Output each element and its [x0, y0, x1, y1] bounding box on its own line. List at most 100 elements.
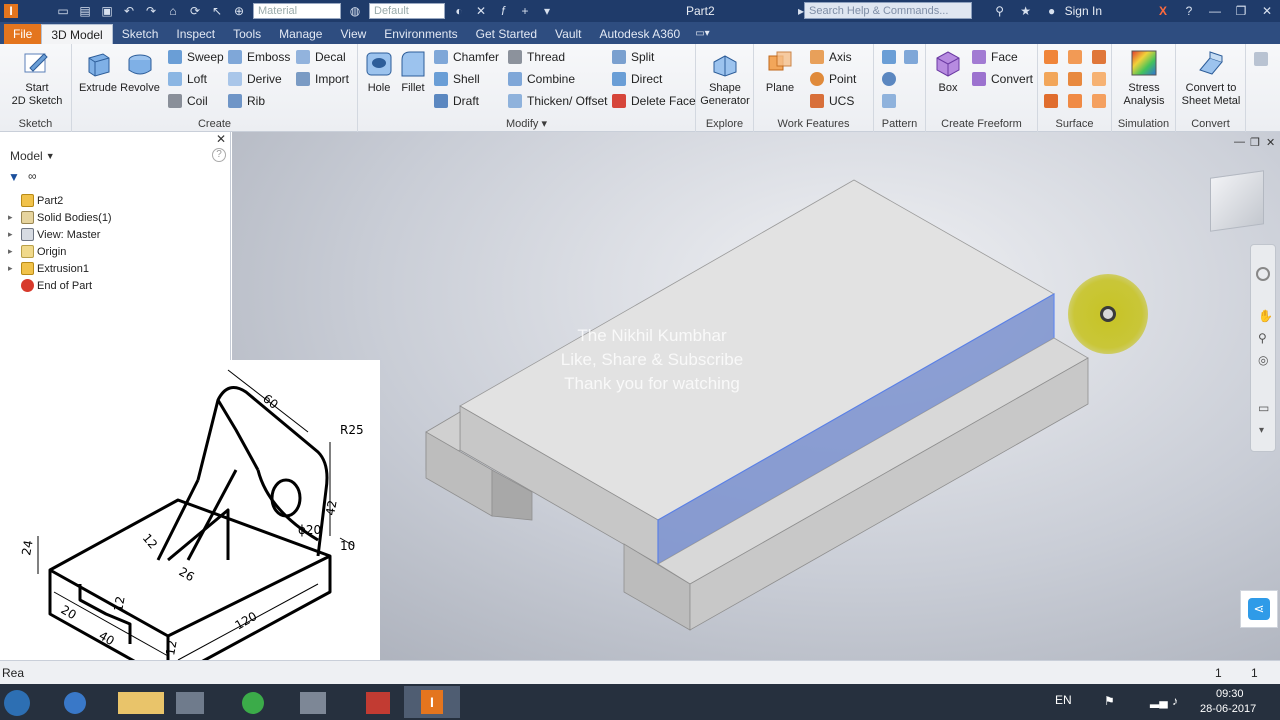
derive-button[interactable]: Derive	[228, 72, 282, 86]
graphics-viewport[interactable]: — ❐ ✕ ✋ ⚲ ◎ ▭ ▾ ⋖ The Nikhil Kumbhar Lik…	[232, 132, 1280, 660]
look-at-icon[interactable]: ▭	[1258, 401, 1269, 415]
measure-icon[interactable]: ⊕	[232, 4, 246, 18]
taskbar-app-6-icon[interactable]	[366, 692, 390, 714]
undo-icon[interactable]: ↶	[122, 4, 136, 18]
tree-item-end-of-part[interactable]: End of Part	[8, 279, 92, 292]
start-2d-sketch-button[interactable]: Start 2D Sketch	[8, 48, 66, 108]
tab-sketch[interactable]: Sketch	[113, 24, 168, 44]
ribbon-options-icon[interactable]: ▭▾	[689, 24, 715, 44]
expand-icon[interactable]: ▸	[8, 263, 18, 274]
add-icon[interactable]: +	[518, 4, 532, 18]
draft-button[interactable]: Draft	[434, 94, 479, 108]
tab-autodesk-a360[interactable]: Autodesk A360	[591, 24, 690, 44]
viewport-minimize-icon[interactable]: —	[1234, 136, 1245, 148]
minimize-icon[interactable]: —	[1208, 4, 1222, 18]
tab-3d-model[interactable]: 3D Model	[41, 24, 113, 44]
extend-icon[interactable]	[1092, 72, 1106, 86]
split-button[interactable]: Split	[612, 50, 654, 64]
thread-button[interactable]: Thread	[508, 50, 565, 64]
sketch-pattern-icon[interactable]	[882, 94, 896, 108]
taskbar-app-1-icon[interactable]	[64, 692, 86, 714]
axis-button[interactable]: Axis	[810, 50, 852, 64]
rib-button[interactable]: Rib	[228, 94, 265, 108]
find-binoculars-icon[interactable]: ∞	[28, 169, 37, 183]
clear-icon[interactable]: ✕	[474, 4, 488, 18]
home-icon[interactable]: ⌂	[166, 4, 180, 18]
parameters-icon[interactable]: f	[496, 4, 510, 18]
shape-generator-button[interactable]: Shape Generator	[698, 48, 752, 108]
browser-header[interactable]: Model ▼	[0, 144, 230, 168]
combine-button[interactable]: Combine	[508, 72, 575, 86]
nav-options-icon[interactable]: ▾	[1259, 425, 1264, 436]
share-button[interactable]: ⋖	[1240, 590, 1278, 628]
adjust-icon[interactable]: ◐	[452, 4, 466, 18]
expand-icon[interactable]: ▸	[8, 212, 18, 223]
close-icon[interactable]: ✕	[1260, 4, 1274, 18]
user-icon[interactable]: ●	[1045, 4, 1059, 18]
tray-flag-icon[interactable]: ⚑	[1104, 694, 1115, 708]
steering-wheel-icon[interactable]	[1256, 267, 1270, 281]
tab-environments[interactable]: Environments	[375, 24, 466, 44]
view-cube[interactable]	[1210, 170, 1264, 232]
ruled-surface-icon[interactable]	[1044, 94, 1058, 108]
select-icon[interactable]: ↖	[210, 4, 224, 18]
tree-item-view-master[interactable]: ▸ View: Master	[8, 228, 100, 241]
fillet-button[interactable]: Fillet	[396, 48, 430, 95]
convert-button[interactable]: Convert	[972, 72, 1033, 86]
ucs-button[interactable]: UCS	[810, 94, 854, 108]
taskbar-app-3-icon[interactable]	[176, 692, 204, 714]
filter-icon[interactable]: ▼	[8, 170, 20, 184]
extrude-button[interactable]: Extrude	[78, 48, 118, 95]
chamfer-button[interactable]: Chamfer	[434, 50, 499, 64]
tab-tools[interactable]: Tools	[224, 24, 270, 44]
hole-button[interactable]: Hole	[362, 48, 396, 95]
tab-inspect[interactable]: Inspect	[167, 24, 224, 44]
tray-network-icon[interactable]: ▂▄	[1150, 694, 1168, 708]
trim-icon[interactable]	[1068, 72, 1082, 86]
taskbar-inventor-button[interactable]: I	[404, 686, 460, 718]
tray-volume-icon[interactable]: ♪	[1172, 694, 1178, 708]
sign-in-link[interactable]: Sign In	[1065, 4, 1102, 18]
tab-manage[interactable]: Manage	[270, 24, 331, 44]
decal-button[interactable]: Decal	[296, 50, 346, 64]
circular-pattern-icon[interactable]	[882, 72, 896, 86]
plane-button[interactable]: Plane	[760, 48, 800, 95]
material-combo[interactable]: Material	[253, 3, 341, 19]
loft-button[interactable]: Loft	[168, 72, 207, 86]
viewport-close-icon[interactable]: ✕	[1266, 136, 1275, 149]
browser-help-icon[interactable]: ?	[212, 148, 226, 162]
tree-item-part2[interactable]: Part2	[8, 194, 63, 207]
taskbar-app-2-icon[interactable]	[118, 692, 164, 714]
favorites-star-icon[interactable]: ★	[1019, 4, 1033, 18]
thicken-offset-button[interactable]: Thicken/ Offset	[508, 94, 607, 108]
browser-close-icon[interactable]: ✕	[216, 132, 226, 146]
redo-icon[interactable]: ↷	[144, 4, 158, 18]
expand-icon[interactable]: ▸	[8, 229, 18, 240]
stress-analysis-button[interactable]: Stress Analysis	[1116, 48, 1172, 108]
thicken-surface-icon[interactable]	[1044, 50, 1058, 64]
delete-face-button[interactable]: Delete Face	[612, 94, 696, 108]
expand-icon[interactable]: ▸	[8, 246, 18, 257]
model-3d[interactable]	[232, 132, 1280, 660]
point-button[interactable]: Point	[810, 72, 856, 86]
mirror-icon[interactable]	[904, 50, 918, 64]
start-button-icon[interactable]	[4, 690, 30, 716]
taskbar-app-5-icon[interactable]	[300, 692, 326, 714]
tree-item-solid-bodies[interactable]: ▸ Solid Bodies(1)	[8, 211, 112, 224]
clock-date[interactable]: 28-06-2017	[1200, 703, 1256, 715]
restore-icon[interactable]: ❐	[1234, 4, 1248, 18]
language-indicator[interactable]: EN	[1055, 693, 1072, 707]
convert-to-sheet-metal-button[interactable]: Convert to Sheet Metal	[1178, 48, 1244, 108]
coil-button[interactable]: Coil	[168, 94, 208, 108]
update-icon[interactable]: ⟳	[188, 4, 202, 18]
sweep-button[interactable]: Sweep	[168, 50, 224, 64]
taskbar-app-4-icon[interactable]	[242, 692, 264, 714]
zoom-icon[interactable]: ⚲	[1258, 331, 1267, 345]
help-icon[interactable]: ?	[1182, 4, 1196, 18]
tab-view[interactable]: View	[331, 24, 375, 44]
rectangular-pattern-icon[interactable]	[882, 50, 896, 64]
revolve-button[interactable]: Revolve	[120, 48, 160, 95]
clock-time[interactable]: 09:30	[1216, 688, 1244, 700]
tab-get-started[interactable]: Get Started	[467, 24, 546, 44]
tree-item-extrusion1[interactable]: ▸ Extrusion1	[8, 262, 89, 275]
